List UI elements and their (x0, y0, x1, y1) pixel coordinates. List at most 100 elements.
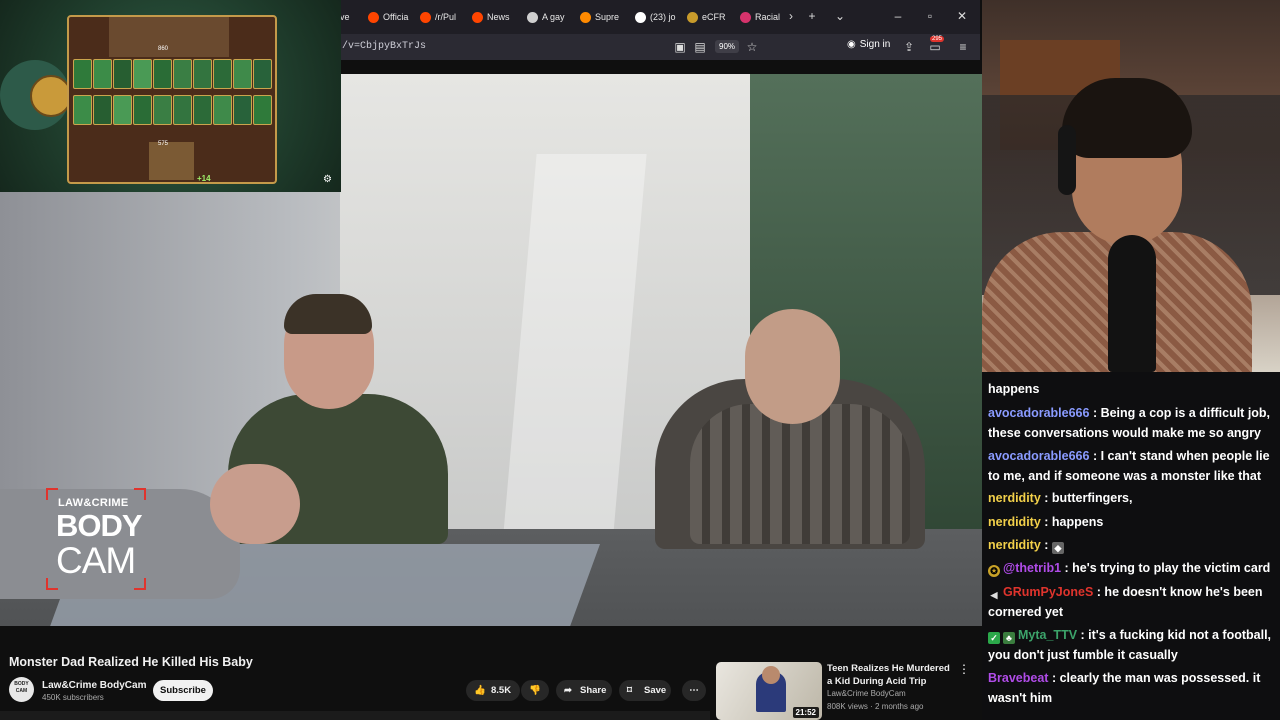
game-board (67, 15, 277, 184)
new-tab-icon[interactable]: + (804, 8, 820, 24)
chat-username: nerdidity (988, 538, 1041, 552)
menu-icon[interactable]: ≡ (955, 39, 971, 55)
tab-label: (23) jo (650, 12, 676, 22)
zoom-level[interactable]: 90% (715, 40, 740, 53)
tab-label: eCFR (702, 12, 726, 22)
screenshot-icon[interactable]: ▤ (692, 39, 708, 55)
chat-username: Bravebeat (988, 671, 1049, 685)
game-card (73, 95, 92, 125)
chevron-down-icon[interactable]: ⌄ (832, 8, 848, 24)
tab-favicon-icon (472, 11, 483, 23)
extensions-icon[interactable]: ⇪ (901, 39, 917, 55)
player-portrait (149, 142, 194, 180)
thumbnail-face (762, 666, 780, 684)
chat-message: nerdidity : butterfingers, (988, 488, 1276, 508)
chat-message: ✓ ♣ Myta_TTV : it's a fucking kid not a fo… (988, 625, 1276, 665)
recommended-title[interactable]: Teen Realizes He Murdered a Kid During A… (827, 662, 955, 688)
tab-label: /r/Pul (435, 12, 457, 22)
game-card (173, 95, 192, 125)
url-text[interactable]: /v=CbjpyBxTrJs (342, 41, 426, 52)
browser-tab[interactable]: eCFR (687, 8, 726, 26)
share-button[interactable]: ➦ Share (556, 680, 612, 701)
mute-badge-icon: ◀ (990, 590, 998, 600)
browser-tab-strip: ve Officia/r/Pul News A gay Supre (23) jo eCFR… (340, 0, 980, 34)
game-card (233, 59, 252, 89)
game-card (193, 95, 212, 125)
more-actions-button[interactable]: ⋯ (682, 680, 706, 701)
microphone (1108, 235, 1156, 372)
logo-corner (134, 488, 146, 500)
chat-username: GRumPyJoneS (1003, 585, 1094, 599)
tab-label: Officia (383, 12, 409, 22)
channel-name[interactable]: Law&Crime BodyCam (42, 680, 146, 691)
bookmark-star-icon[interactable]: ☆ (744, 39, 760, 55)
game-card (113, 59, 132, 89)
recommended-meta: 808K views · 2 months ago (827, 702, 924, 711)
more-vertical-icon[interactable]: ⋮ (958, 662, 970, 676)
browser-tab[interactable]: Racial (740, 8, 780, 26)
browser-tab[interactable]: News (472, 8, 510, 26)
game-card (253, 59, 272, 89)
minimize-icon[interactable]: – (890, 8, 906, 24)
chat-text: : (1044, 538, 1049, 552)
coin-badge-icon: ✪ (988, 565, 1000, 577)
youtube-header-strip (340, 60, 980, 74)
game-card (113, 95, 132, 125)
chat-message: ◀ GRumPyJoneS : he doesn't know he's been… (988, 582, 1276, 622)
chat-text: : he's trying to play the victim card (1064, 561, 1271, 575)
close-window-icon[interactable]: ✕ (954, 8, 970, 24)
tab-label: Racial (755, 12, 781, 22)
chat-username: nerdidity (988, 515, 1041, 529)
maximize-icon[interactable]: ▫ (922, 8, 938, 24)
chat-text: : happens (1044, 515, 1104, 529)
recommended-thumbnail[interactable]: 21:52 (716, 662, 822, 720)
chat-message: nerdidity : ◆ (988, 535, 1276, 555)
browser-tab[interactable]: A gay (527, 8, 565, 26)
reader-view-icon[interactable]: ▣ (672, 39, 688, 55)
address-bar[interactable]: /v=CbjpyBxTrJs ▣ ▤ 90% ☆ ◉ Sign in ⇪ ▭ 2… (340, 34, 980, 60)
game-bonus: +14 (197, 174, 211, 183)
tab-favicon-icon (635, 11, 646, 23)
account-icon: ◉ (847, 39, 856, 50)
like-button[interactable]: 👍 8.5K (466, 680, 520, 701)
thumbs-down-icon: 👎 (529, 685, 541, 696)
suspect-plaid-shirt (690, 404, 910, 544)
channel-avatar[interactable]: BODY CAM (9, 677, 34, 702)
browser-tab[interactable]: (23) jo (635, 8, 676, 26)
game-card (153, 59, 172, 89)
save-button[interactable]: ⌑ Save (619, 680, 671, 701)
bodycam-logo: LAW&CRIME BODY CAM (46, 488, 146, 590)
headphones (1058, 125, 1076, 195)
chat-text: happens (988, 382, 1040, 396)
chat-message: happens (988, 379, 1276, 399)
browser-tab[interactable]: Supre (580, 8, 619, 26)
recommended-channel[interactable]: Law&Crime BodyCam (827, 689, 906, 698)
browser-tab[interactable]: Officia (368, 8, 408, 26)
browser-tab[interactable]: ve (340, 8, 350, 26)
browser-tab[interactable]: /r/Pul (420, 8, 456, 26)
chevron-right-icon[interactable]: › (783, 8, 799, 24)
logo-corner (46, 488, 58, 500)
suspect-head (745, 309, 840, 424)
game-card (93, 59, 112, 89)
logo-corner (134, 578, 146, 590)
settings-icon[interactable]: ⚙ (323, 174, 332, 185)
video-duration: 21:52 (792, 707, 819, 718)
logo-line2: CAM (56, 540, 136, 581)
chat-username: @thetrib1 (1003, 561, 1062, 575)
game-card (233, 95, 252, 125)
dislike-button[interactable]: 👎 (521, 680, 549, 701)
chat-username: Myta_TTV (1018, 628, 1078, 642)
share-label: Share (580, 685, 607, 696)
detective-hair (284, 294, 372, 334)
sign-in-label: Sign in (859, 39, 891, 50)
streamer-hair (1062, 78, 1192, 158)
game-card (173, 59, 192, 89)
tab-favicon-icon (687, 11, 698, 23)
game-card (213, 59, 232, 89)
game-card (153, 95, 172, 125)
like-count: 8.5K (491, 685, 512, 696)
sign-in-button[interactable]: ◉ Sign in (847, 39, 890, 50)
subscribe-button[interactable]: Subscribe (153, 680, 213, 701)
more-horizontal-icon: ⋯ (689, 685, 699, 696)
